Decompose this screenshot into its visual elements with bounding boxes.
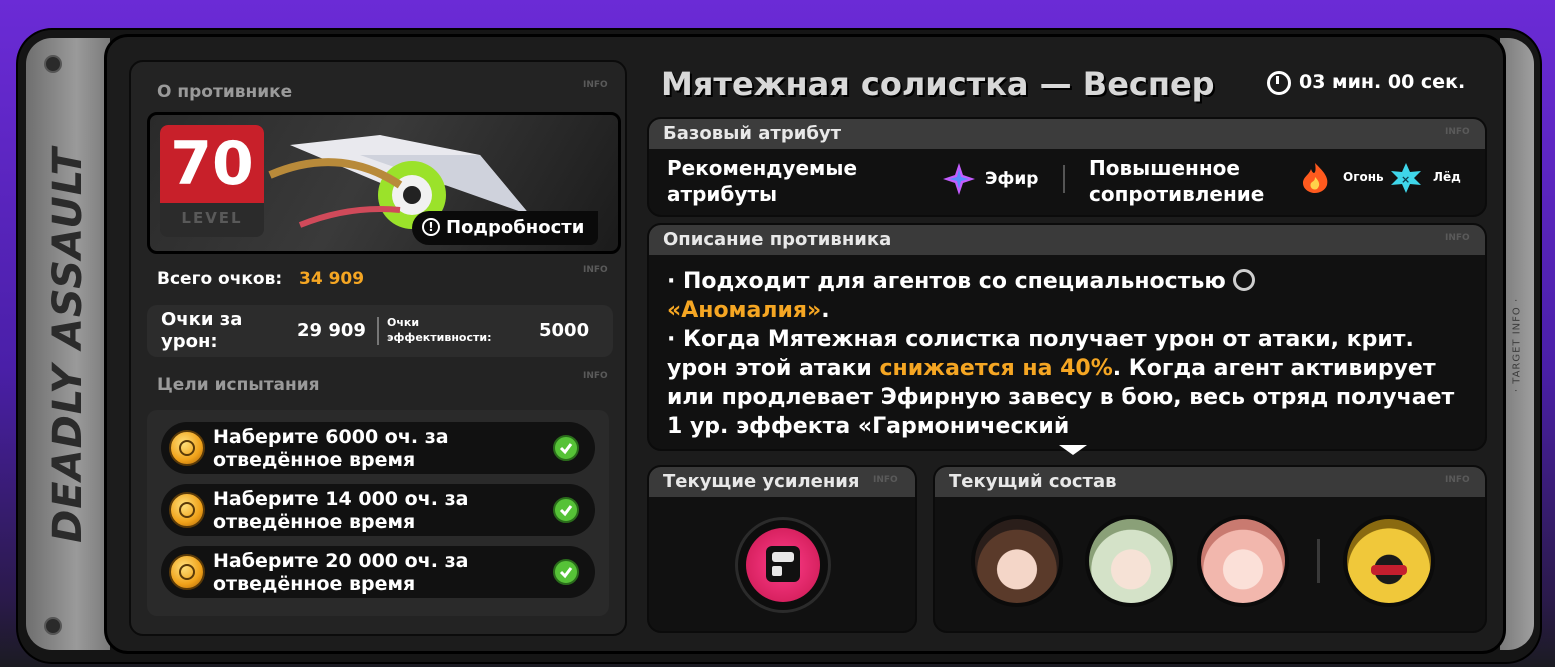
team-panel: Текущий состав INFO: [933, 465, 1487, 633]
main-panel: О противнике INFO 70 LEVEL ! Подробности: [104, 34, 1506, 654]
divider: [1317, 539, 1320, 583]
base-attribute-header: Базовый атрибут: [649, 119, 1485, 149]
resist-label: Повышенное сопротивление: [1089, 156, 1265, 206]
efficiency-score-label: Очки эффективности:: [387, 316, 492, 344]
goals-list: Наберите 6000 оч. за отведённое время На…: [147, 410, 609, 616]
fire-label: Огонь: [1343, 170, 1384, 184]
enemy-header: О противнике: [157, 82, 293, 102]
goal-item: Наберите 14 000 оч. за отведённое время: [161, 484, 595, 536]
anomaly-icon: [1233, 269, 1256, 291]
info-tag: INFO: [583, 80, 608, 90]
goal-text: Наберите 6000 оч. за отведённое время: [213, 426, 449, 471]
medal-icon: [169, 430, 205, 466]
agent-portrait-1[interactable]: [971, 515, 1063, 607]
ice-icon: ×: [1391, 163, 1421, 193]
description-line: · Подходит для агентов со специальностью: [667, 269, 1226, 294]
medal-icon: [169, 554, 205, 590]
details-label: Подробности: [446, 217, 585, 238]
info-tag: INFO: [583, 265, 608, 275]
scroll-down-icon[interactable]: [1059, 445, 1087, 455]
buffs-panel: Текущие усиления INFO: [647, 465, 917, 633]
check-icon: [553, 497, 579, 523]
goal-item: Наберите 20 000 оч. за отведённое время: [161, 546, 595, 598]
recommended-label: Рекомендуемые атрибуты: [667, 156, 858, 206]
svg-text:×: ×: [1401, 173, 1410, 186]
highlight-text: снижается на 40%: [879, 356, 1113, 381]
info-tag: INFO: [1445, 127, 1470, 137]
efficiency-score-value: 5000: [539, 320, 590, 341]
score-breakdown-card: Очки за урон: 29 909 Очки эффективности:…: [147, 305, 613, 357]
total-score-value: 34 909: [299, 269, 365, 289]
screw-icon: [44, 617, 62, 635]
fist-buff-icon[interactable]: [735, 517, 831, 613]
info-tag: INFO: [1445, 233, 1470, 243]
clock-icon: [1267, 71, 1291, 95]
check-icon: [553, 559, 579, 585]
medal-icon: [169, 492, 205, 528]
goal-item: Наберите 6000 оч. за отведённое время: [161, 422, 595, 474]
info-tag: INFO: [583, 371, 608, 381]
info-circle-icon: !: [422, 218, 440, 236]
boss-name: Мятежная солистка — Веспер: [661, 65, 1215, 103]
description-text: · Подходит для агентов со специальностью…: [667, 267, 1473, 445]
damage-score-label: Очки за урон:: [161, 309, 243, 352]
ether-label: Эфир: [985, 169, 1039, 189]
description-panel: Описание противника INFO · Подходит для …: [647, 223, 1487, 455]
damage-score-value: 29 909: [297, 320, 366, 341]
ether-icon: [943, 163, 975, 195]
level-label: LEVEL: [181, 209, 243, 227]
divider: [377, 317, 379, 345]
goal-text: Наберите 14 000 оч. за отведённое время: [213, 488, 469, 533]
check-icon: [553, 435, 579, 461]
bangboo-portrait[interactable]: [1343, 515, 1435, 607]
info-tag: INFO: [873, 475, 898, 485]
ice-label: Лёд: [1433, 170, 1461, 184]
fire-icon: [1301, 163, 1329, 193]
info-tag: INFO: [1445, 475, 1470, 485]
level-number: 70: [170, 129, 254, 199]
screw-icon: [44, 55, 62, 73]
description-punct: .: [821, 298, 830, 323]
total-score-label: Всего очков:: [157, 269, 283, 289]
timer-text: 03 мин. 00 сек.: [1299, 71, 1466, 93]
agent-portrait-3[interactable]: [1197, 515, 1289, 607]
level-badge: 70 LEVEL: [160, 125, 264, 237]
goal-text: Наберите 20 000 оч. за отведённое время: [213, 550, 469, 595]
details-button[interactable]: ! Подробности: [412, 211, 598, 245]
enemy-info-panel: О противнике INFO 70 LEVEL ! Подробности: [129, 60, 627, 636]
base-attribute-panel: Базовый атрибут INFO Рекомендуемые атриб…: [647, 117, 1487, 217]
highlight-text: «Аномалия»: [667, 298, 822, 323]
agent-portrait-2[interactable]: [1085, 515, 1177, 607]
description-header: Описание противника: [649, 225, 1485, 255]
divider: [1063, 165, 1065, 193]
target-info-label: · TARGET INFO ·: [1511, 297, 1523, 393]
mode-title: DEADLY ASSAULT: [45, 147, 91, 543]
boss-image: 70 LEVEL ! Подробности: [147, 112, 621, 254]
team-header: Текущий состав: [935, 467, 1485, 497]
goals-header: Цели испытания: [157, 375, 320, 395]
